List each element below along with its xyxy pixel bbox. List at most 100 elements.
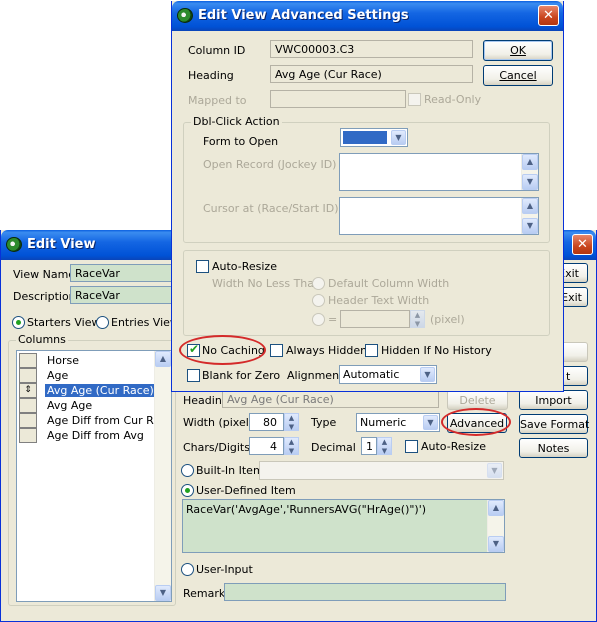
chars-digits-input[interactable]: 4: [249, 437, 284, 455]
blank-for-zero-label: Blank for Zero: [202, 369, 281, 382]
header-text-width-radio[interactable]: [312, 294, 325, 307]
open-record-scrollbar[interactable]: ▲ ▼: [521, 154, 538, 190]
list-item[interactable]: Horse: [17, 353, 155, 368]
form-to-open-select[interactable]: ▼: [340, 128, 408, 147]
header-text-width-label: Header Text Width: [328, 294, 430, 307]
cancel-button-label: Cancel: [499, 69, 537, 82]
chevron-down-icon: ▼: [420, 367, 435, 382]
fixed-width-radio[interactable]: [312, 313, 325, 326]
radio-selected-dot: [16, 320, 21, 325]
no-caching-highlight: [179, 335, 266, 365]
default-col-width-radio[interactable]: [312, 277, 325, 290]
move-row-icon: ⇕: [19, 383, 37, 398]
columns-list[interactable]: Horse Age ⇕ Avg Age (Cur Race) Avg Age Ag…: [16, 350, 172, 602]
auto-resize-checkbox[interactable]: [405, 440, 418, 453]
save-format-button[interactable]: Save Format: [519, 414, 589, 434]
fixed-width-spinner: ▲ ▼: [410, 310, 425, 328]
list-item[interactable]: Avg Age: [17, 398, 155, 413]
dblclick-action-title: Dbl-Click Action: [191, 115, 282, 128]
read-only-label: Read-Only: [424, 93, 482, 106]
advanced-heading-field[interactable]: Avg Age (Cur Race): [270, 65, 473, 83]
chars-spinner[interactable]: ▲ ▼: [284, 437, 299, 455]
width-no-less-label: Width No Less Than: [212, 277, 321, 290]
scroll-down-icon[interactable]: ▼: [522, 174, 538, 190]
built-in-radio[interactable]: [181, 464, 194, 477]
row-marker: [19, 368, 37, 383]
always-hidden-label: Always Hidden: [286, 344, 368, 357]
decimal-input[interactable]: 1: [361, 437, 377, 455]
type-select[interactable]: Numeric ▼: [356, 413, 440, 432]
columns-group-title: Columns: [16, 333, 68, 346]
remark-field[interactable]: [224, 583, 506, 601]
form-to-open-value: [343, 131, 387, 144]
cursor-at-scrollbar[interactable]: ▲ ▼: [521, 198, 538, 234]
open-record-textarea[interactable]: ▲ ▼: [339, 153, 539, 191]
radio-selected-dot: [185, 488, 190, 493]
cancel-button[interactable]: Cancel: [483, 65, 553, 86]
app-icon: [6, 237, 22, 252]
cursor-at-textarea[interactable]: ▲ ▼: [339, 197, 539, 235]
column-id-label: Column ID: [188, 44, 246, 57]
scroll-down-icon[interactable]: ▼: [155, 585, 171, 601]
view-name-field[interactable]: RaceVar: [70, 264, 180, 282]
description-label: Description: [13, 290, 76, 303]
scroll-up-icon[interactable]: ▲: [155, 351, 171, 367]
advanced-settings-dialog: Edit View Advanced Settings ✕ Column ID …: [171, 1, 564, 392]
user-defined-radio[interactable]: [181, 484, 194, 497]
blank-for-zero-checkbox[interactable]: [187, 369, 200, 382]
notes-button[interactable]: Notes: [519, 438, 588, 458]
width-pixel-input[interactable]: 80: [249, 413, 284, 431]
formula-scrollbar[interactable]: ▲ ▼: [487, 500, 504, 552]
entries-view-label: Entries View: [111, 316, 179, 329]
delete-button[interactable]: Delete: [447, 390, 508, 410]
hidden-no-history-checkbox[interactable]: [365, 344, 378, 357]
decimal-spinner[interactable]: ▲ ▼: [377, 437, 392, 455]
columns-scrollbar[interactable]: ▲ ▼: [154, 351, 171, 601]
always-hidden-checkbox[interactable]: [270, 344, 283, 357]
alignment-select[interactable]: Automatic ▼: [339, 365, 437, 384]
formula-text: RaceVar('AvgAge','RunnersAVG("HrAge()")'…: [186, 503, 427, 516]
advanced-title-bar[interactable]: Edit View Advanced Settings ✕: [172, 1, 563, 31]
list-item[interactable]: Age Diff from Cur Ra: [17, 413, 160, 428]
edit-view-close-icon[interactable]: ✕: [572, 234, 593, 255]
list-item[interactable]: Age Diff from Avg: [17, 428, 155, 443]
read-only-checkbox[interactable]: [408, 93, 421, 106]
advanced-heading-label: Heading: [188, 69, 234, 82]
view-name-label: View Name: [13, 268, 76, 281]
heading-field[interactable]: Avg Age (Cur Race): [222, 390, 439, 408]
scroll-up-icon[interactable]: ▲: [522, 198, 538, 214]
auto-resize-label: Auto-Resize: [421, 440, 486, 453]
user-input-radio[interactable]: [181, 563, 194, 576]
formula-textarea[interactable]: RaceVar('AvgAge','RunnersAVG("HrAge()")'…: [182, 499, 505, 553]
decimal-label: Decimal: [311, 441, 356, 454]
advanced-close-icon[interactable]: ✕: [538, 5, 559, 26]
scroll-down-icon[interactable]: ▼: [522, 218, 538, 234]
scroll-down-icon[interactable]: ▼: [488, 536, 504, 552]
app-icon: [177, 8, 193, 23]
width-spinner[interactable]: ▲ ▼: [284, 413, 299, 431]
scroll-up-icon[interactable]: ▲: [488, 500, 504, 516]
adv-auto-resize-checkbox[interactable]: [196, 260, 209, 273]
mapped-to-field: [270, 90, 406, 108]
starters-view-radio[interactable]: [12, 316, 25, 329]
starters-view-label: Starters View: [27, 316, 101, 329]
import-button[interactable]: Import: [519, 390, 588, 410]
list-item[interactable]: Age: [17, 368, 155, 383]
list-item-selected[interactable]: ⇕ Avg Age (Cur Race): [17, 383, 156, 398]
default-col-width-label: Default Column Width: [328, 277, 450, 290]
chevron-down-icon: ▼: [487, 463, 502, 478]
mapped-to-label: Mapped to: [188, 94, 247, 107]
scroll-up-icon[interactable]: ▲: [522, 154, 538, 170]
ok-button[interactable]: OK: [483, 40, 553, 61]
width-pixel-label: Width (pixel): [183, 416, 254, 429]
built-in-select[interactable]: ▼: [259, 461, 504, 480]
chevron-down-icon: ▼: [391, 130, 406, 145]
remark-label: Remark: [183, 587, 226, 600]
description-field[interactable]: RaceVar: [70, 286, 180, 304]
row-marker: [19, 353, 37, 368]
entries-view-radio[interactable]: [96, 316, 109, 329]
advanced-highlight: [441, 408, 511, 436]
user-input-label: User-Input: [196, 563, 253, 576]
row-marker: [19, 428, 37, 443]
advanced-title: Edit View Advanced Settings: [198, 8, 409, 23]
